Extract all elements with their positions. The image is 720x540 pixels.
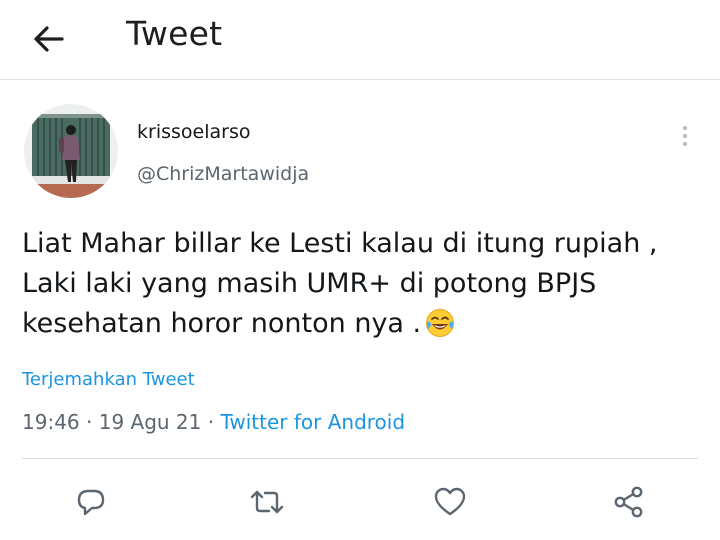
page-title: Tweet — [126, 14, 223, 53]
more-vertical-icon-dot — [683, 142, 687, 146]
face-with-tears-of-joy-icon — [425, 308, 455, 350]
tweet-text-line: kesehatan horor nonton nya . — [22, 304, 702, 350]
tweet-time: 19:46 — [22, 410, 80, 434]
tweet-date: 19 Agu 21 — [98, 410, 202, 434]
avatar-photo — [24, 104, 118, 198]
author-handle[interactable]: @ChrizMartawidja — [137, 163, 309, 185]
share-button[interactable] — [609, 482, 649, 522]
tweet-source-link[interactable]: Twitter for Android — [220, 410, 405, 434]
app-header: Tweet — [0, 0, 720, 80]
tweet-text-line-content: kesehatan horor nonton nya . — [22, 308, 422, 339]
reply-button[interactable] — [71, 482, 111, 522]
reply-icon — [77, 489, 105, 516]
retweet-icon — [250, 490, 284, 514]
tweet-text-line: Laki laki yang masih UMR+ di potong BPJS — [22, 268, 597, 299]
tweet-text-line: Liat Mahar billar ke Lesti kalau di itun… — [22, 228, 658, 259]
translate-tweet-link[interactable]: Terjemahkan Tweet — [22, 369, 195, 390]
like-button[interactable] — [430, 482, 470, 522]
more-options-button[interactable] — [671, 117, 699, 155]
arrow-left-icon — [34, 26, 64, 52]
tweet-text: Liat Mahar billar ke Lesti kalau di itun… — [22, 224, 702, 350]
avatar[interactable] — [24, 104, 118, 198]
tweet-metadata: 19:46 · 19 Agu 21 · Twitter for Android — [22, 410, 405, 434]
more-vertical-icon-dot — [683, 126, 687, 130]
meta-separator: · — [86, 410, 93, 434]
author-display-name[interactable]: krissoelarso — [137, 121, 250, 143]
share-icon — [614, 486, 643, 518]
meta-separator: · — [207, 410, 215, 434]
divider — [22, 458, 698, 459]
back-button[interactable] — [26, 16, 72, 62]
retweet-button[interactable] — [247, 482, 287, 522]
more-vertical-icon-dot — [683, 134, 687, 138]
heart-icon — [434, 487, 466, 516]
